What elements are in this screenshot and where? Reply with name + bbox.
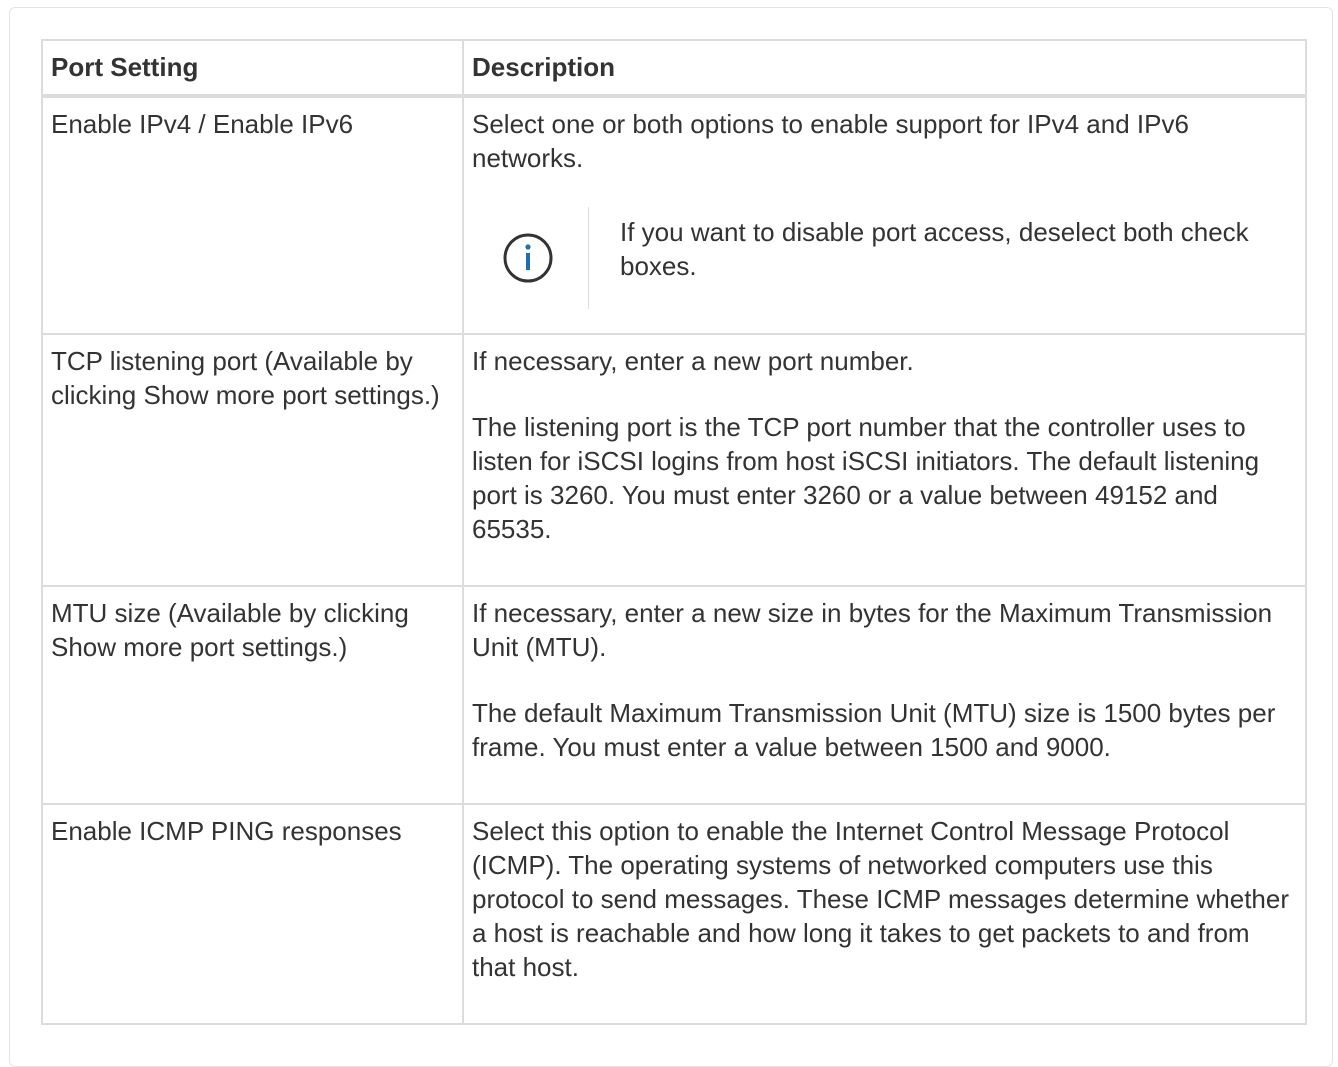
setting-cell: Enable IPv4 / Enable IPv6 bbox=[41, 95, 464, 335]
table-row: MTU size (Available by clicking Show mor… bbox=[41, 585, 1307, 805]
table-row: Enable IPv4 / Enable IPv6 Select one or … bbox=[41, 95, 1307, 335]
description-cell: Select one or both options to enable sup… bbox=[462, 95, 1307, 335]
description-cell: If necessary, enter a new port number. T… bbox=[462, 333, 1307, 587]
note-icon-container bbox=[502, 207, 589, 309]
setting-cell: TCP listening port (Available by clickin… bbox=[41, 333, 464, 587]
port-settings-table: Port Setting Description Enable IPv4 / E… bbox=[41, 39, 1307, 1025]
setting-cell: Enable ICMP PING responses bbox=[41, 803, 464, 1025]
info-icon bbox=[503, 233, 553, 283]
description-cell: If necessary, enter a new size in bytes … bbox=[462, 585, 1307, 805]
header-description: Description bbox=[462, 39, 1307, 98]
note-block: If you want to disable port access, dese… bbox=[502, 207, 1297, 309]
description-paragraph: The default Maximum Transmission Unit (M… bbox=[472, 698, 1276, 762]
description-paragraph: If necessary, enter a new port number. bbox=[472, 346, 914, 376]
setting-cell: MTU size (Available by clicking Show mor… bbox=[41, 585, 464, 805]
note-text: If you want to disable port access, dese… bbox=[620, 217, 1249, 281]
description-paragraph: Select one or both options to enable sup… bbox=[472, 109, 1189, 173]
table-row: TCP listening port (Available by clickin… bbox=[41, 333, 1307, 587]
description-paragraph: If necessary, enter a new size in bytes … bbox=[472, 598, 1273, 662]
header-port-setting: Port Setting bbox=[41, 39, 464, 98]
table-header-row: Port Setting Description bbox=[41, 39, 1307, 98]
description-paragraph: The listening port is the TCP port numbe… bbox=[472, 412, 1260, 544]
description-paragraph: Select this option to enable the Interne… bbox=[472, 816, 1290, 982]
description-cell: Select this option to enable the Interne… bbox=[462, 803, 1307, 1025]
table-row: Enable ICMP PING responses Select this o… bbox=[41, 803, 1307, 1025]
